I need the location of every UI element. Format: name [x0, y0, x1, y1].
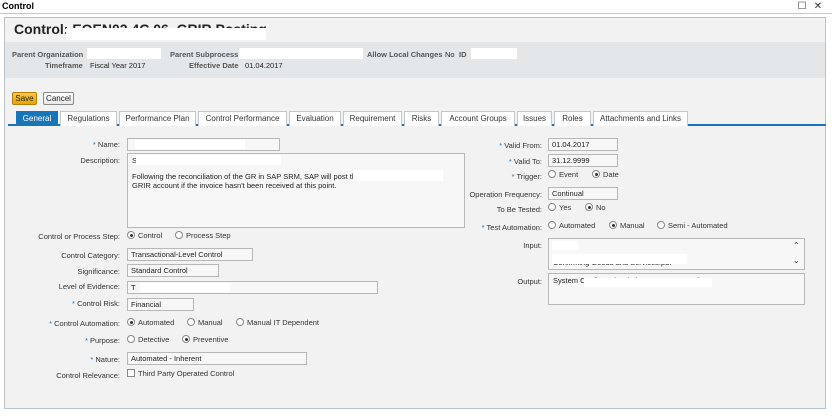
- description-redacted-2: [353, 170, 443, 181]
- operation-frequency-label: Operation Frequency:: [469, 190, 542, 199]
- tested-no-radio[interactable]: [585, 203, 593, 211]
- test-automated-radio[interactable]: [548, 221, 556, 229]
- output-label: Output:: [517, 277, 542, 286]
- preventive-radio[interactable]: [182, 335, 190, 343]
- third-party-checkbox[interactable]: [127, 369, 135, 377]
- date-radio[interactable]: [592, 170, 600, 178]
- save-button[interactable]: Save: [12, 92, 37, 105]
- test-automated-option-label: Automated: [559, 221, 596, 230]
- preventive-option-label: Preventive: [193, 335, 229, 344]
- nature-field[interactable]: Automated - Inherent: [127, 352, 307, 365]
- tested-yes-radio[interactable]: [548, 203, 556, 211]
- test-automation-label: * Test Automation:: [481, 223, 542, 232]
- control-risk-label: * Control Risk:: [72, 299, 120, 308]
- process-step-option-label: Process Step: [186, 231, 231, 240]
- redaction: [66, 28, 266, 40]
- purpose-label: * Purpose:: [84, 336, 120, 345]
- nature-label: * Nature:: [90, 355, 120, 364]
- scroll-down-icon[interactable]: ⌄: [793, 256, 800, 265]
- level-of-evidence-redacted: [140, 283, 230, 292]
- control-automation-label: * Control Automation:: [49, 319, 120, 328]
- manual-radio[interactable]: [187, 318, 195, 326]
- event-radio[interactable]: [548, 170, 556, 178]
- tab-risks[interactable]: Risks: [404, 111, 439, 126]
- event-option-label: Event: [559, 170, 579, 179]
- tab-performance-plan[interactable]: Performance Plan: [119, 111, 196, 126]
- control-category-label: Control Category:: [61, 251, 120, 260]
- output-redacted: [584, 278, 712, 287]
- process-step-radio[interactable]: [175, 231, 183, 239]
- tested-no-option-label: No: [596, 203, 606, 212]
- tab-issues[interactable]: Issues: [517, 111, 552, 126]
- tab-attachments-and-links[interactable]: Attachments and Links: [593, 111, 688, 126]
- level-of-evidence-label: Level of Evidence:: [58, 282, 120, 291]
- to-be-tested-label: To Be Tested:: [496, 205, 542, 214]
- automated-option-label: Automated: [138, 318, 175, 327]
- id-label: ID: [459, 50, 467, 59]
- tab-roles[interactable]: Roles: [554, 111, 591, 126]
- valid-from-label: * Valid From:: [499, 141, 542, 150]
- test-semi-automated-radio[interactable]: [657, 221, 665, 229]
- valid-from-field[interactable]: 01.04.2017: [548, 138, 618, 151]
- window-title: Control: [2, 1, 34, 11]
- control-option-label: Control: [138, 231, 163, 240]
- significance-field[interactable]: Standard Control: [127, 264, 219, 277]
- tab-regulations[interactable]: Regulations: [60, 111, 117, 126]
- third-party-option-label: Third Party Operated Control: [138, 369, 235, 378]
- trigger-label: * Trigger:: [511, 172, 542, 181]
- parent-subprocess-label: Parent Subprocess: [170, 50, 239, 59]
- control-risk-field[interactable]: Financial: [127, 298, 194, 311]
- valid-to-label: * Valid To:: [508, 157, 542, 166]
- effective-date-value: 01.04.2017: [245, 61, 283, 70]
- significance-label: Significance:: [77, 267, 120, 276]
- control-relevance-label: Control Relevance:: [56, 371, 120, 380]
- input-first-line: [553, 241, 800, 252]
- maximize-icon[interactable]: ☐: [796, 1, 808, 12]
- timeframe-label: Timeframe: [45, 61, 83, 70]
- tab-general[interactable]: General: [16, 111, 58, 126]
- close-icon[interactable]: ✕: [812, 1, 824, 12]
- parent-org-label: Parent Organization: [12, 50, 84, 59]
- tab-control-performance[interactable]: Control Performance: [198, 111, 287, 126]
- description-line-2: GRIR account if the invoice hasn't been …: [132, 181, 337, 190]
- allow-local-changes-value: No: [445, 50, 455, 59]
- allow-local-changes-label: Allow Local Changes: [367, 50, 443, 59]
- tab-account-groups[interactable]: Account Groups: [441, 111, 515, 126]
- manual-option-label: Manual: [198, 318, 223, 327]
- input-label: Input:: [523, 241, 542, 250]
- control-radio[interactable]: [127, 231, 135, 239]
- automated-radio[interactable]: [127, 318, 135, 326]
- input-redacted-1: [552, 241, 578, 250]
- manual-it-dependent-radio[interactable]: [236, 318, 244, 326]
- detective-option-label: Detective: [138, 335, 170, 344]
- tab-requirement[interactable]: Requirement: [343, 111, 402, 126]
- tested-yes-option-label: Yes: [559, 203, 572, 212]
- description-redacted-1: [136, 155, 281, 165]
- description-label: Description:: [80, 156, 120, 165]
- detective-radio[interactable]: [127, 335, 135, 343]
- id-redacted: [471, 48, 517, 59]
- date-option-label: Date: [603, 170, 619, 179]
- name-label: * Name:: [92, 140, 120, 149]
- manual-it-dependent-option-label: Manual IT Dependent: [247, 318, 319, 327]
- control-or-process-step-label: Control or Process Step:: [38, 232, 120, 241]
- name-redacted: [135, 140, 245, 149]
- valid-to-field[interactable]: 31.12.9999: [548, 154, 618, 167]
- operation-frequency-field[interactable]: Continual: [548, 187, 618, 200]
- parent-org-redacted: [87, 48, 161, 59]
- control-category-field[interactable]: Transactional-Level Control: [127, 248, 253, 261]
- scroll-up-icon[interactable]: ⌃: [793, 241, 800, 250]
- cancel-button[interactable]: Cancel: [43, 92, 74, 105]
- test-manual-radio[interactable]: [609, 221, 617, 229]
- timeframe-value: Fiscal Year 2017: [90, 61, 146, 70]
- parent-subprocess-redacted: [239, 48, 363, 59]
- window-title-bar: [0, 0, 832, 14]
- test-manual-option-label: Manual: [620, 221, 645, 230]
- input-redacted-2: [552, 254, 687, 264]
- tab-evaluation[interactable]: Evaluation: [289, 111, 341, 126]
- test-semi-automated-option-label: Semi - Automated: [668, 221, 728, 230]
- effective-date-label: Effective Date: [189, 61, 239, 70]
